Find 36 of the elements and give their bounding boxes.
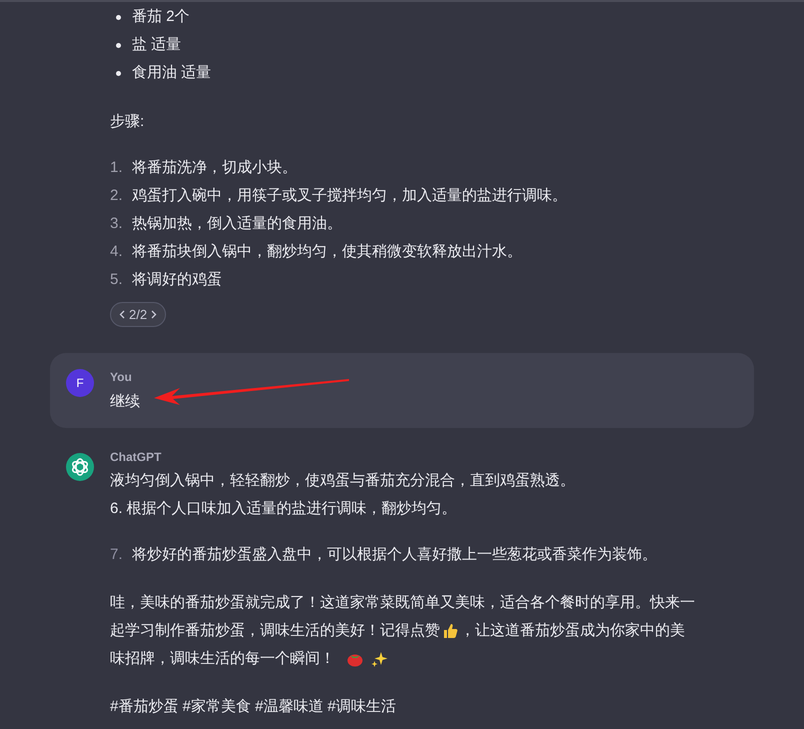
hashtags-text: #番茄炒蛋 #家常美食 #温馨味道 #调味生活 — [110, 696, 396, 717]
ingredient-text: 番茄 2个 — [132, 6, 190, 27]
ingredient-text: 食用油 适量 — [132, 62, 212, 83]
step-text: 将调好的鸡蛋 — [132, 270, 222, 290]
step-number: 1. — [110, 158, 124, 178]
chevron-right-icon — [151, 310, 158, 319]
author-name: ChatGPT — [110, 449, 162, 465]
message-text: 继续 — [110, 392, 140, 412]
step-number: 5. — [110, 270, 124, 290]
message-text: 液均匀倒入锅中，轻轻翻炒，使鸡蛋与番茄充分混合，直到鸡蛋熟透。 — [110, 470, 575, 491]
ingredient-text: 盐 适量 — [132, 34, 182, 55]
paragraph-text: 起学习制作番茄炒蛋，调味生活的美好！记得点赞 — [110, 620, 440, 641]
paragraph-text: 哇，美味的番茄炒蛋就完成了！这道家常菜既简单又美味，适合各个餐时的享用。快来一 — [110, 592, 695, 613]
chevron-left-icon — [119, 310, 125, 319]
step-number: 2. — [110, 186, 124, 206]
author-name: You — [110, 369, 133, 385]
user-avatar: F — [66, 369, 94, 397]
pager-button[interactable]: 2/2 — [110, 302, 166, 327]
message-text: 6. 根据个人口味加入适量的盐进行调味，翻炒均匀。 — [110, 498, 457, 519]
paragraph-text: ，让这道番茄炒蛋成为你家中的美 — [460, 620, 685, 641]
step-text: 将炒好的番茄炒蛋盛入盘中，可以根据个人喜好撒上一些葱花或香菜作为装饰。 — [132, 544, 657, 565]
step-number: 4. — [110, 242, 124, 262]
step-number: 7. — [110, 544, 124, 565]
bullet-icon — [116, 42, 121, 48]
thumbs-up-icon — [442, 623, 458, 639]
step-number: 3. — [110, 214, 124, 234]
step-text: 将番茄块倒入锅中，翻炒均匀，使其稍微变软释放出汁水。 — [132, 242, 522, 262]
step-text: 鸡蛋打入碗中，用筷子或叉子搅拌均匀，加入适量的盐进行调味。 — [132, 186, 567, 206]
sparkles-icon — [371, 650, 388, 668]
step-text: 热锅加热，倒入适量的食用油。 — [132, 214, 342, 234]
paragraph-text: 味招牌，调味生活的每一个瞬间！ — [110, 648, 335, 669]
step-text: 将番茄洗净，切成小块。 — [132, 158, 297, 178]
assistant-logo-icon — [66, 453, 94, 481]
bullet-icon — [116, 14, 121, 20]
steps-heading: 步骤: — [110, 112, 144, 132]
bullet-icon — [116, 70, 121, 76]
